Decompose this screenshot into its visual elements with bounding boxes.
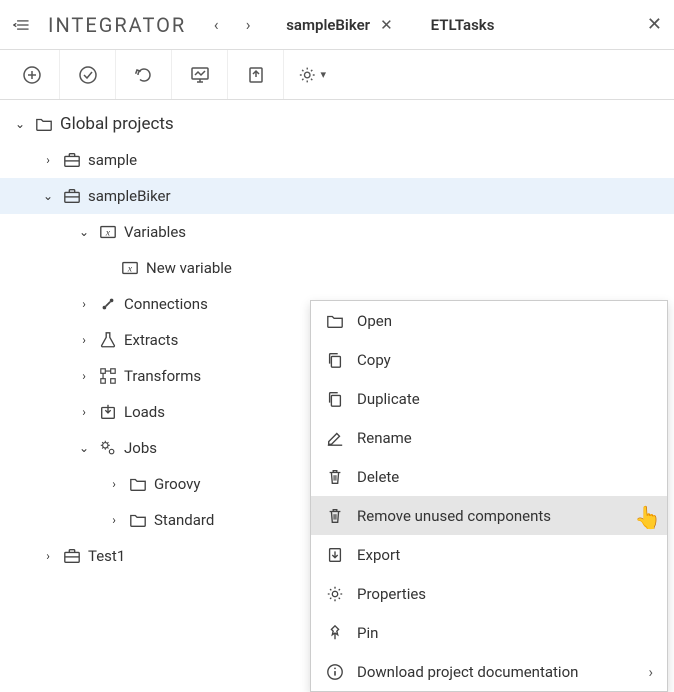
tab-label: sampleBiker bbox=[286, 16, 370, 34]
menu-label: Copy bbox=[357, 351, 391, 369]
menu-label: Export bbox=[357, 546, 400, 564]
new-button[interactable] bbox=[4, 50, 60, 99]
tree-label: New variable bbox=[146, 259, 232, 277]
trash-icon bbox=[325, 468, 345, 486]
expand-icon[interactable]: › bbox=[76, 369, 92, 383]
validate-button[interactable] bbox=[60, 50, 116, 99]
menu-label: Open bbox=[357, 312, 392, 330]
expand-icon[interactable]: › bbox=[76, 297, 92, 311]
variable-icon bbox=[98, 223, 118, 241]
briefcase-icon bbox=[62, 151, 82, 169]
refresh-button[interactable] bbox=[116, 50, 172, 99]
submenu-arrow-icon: › bbox=[648, 663, 653, 681]
variable-icon bbox=[120, 259, 140, 277]
briefcase-icon bbox=[62, 187, 82, 205]
close-tab-icon[interactable]: ✕ bbox=[380, 16, 393, 34]
tree-label: Connections bbox=[124, 295, 208, 313]
pin-icon bbox=[325, 624, 345, 642]
menu-label: Remove unused components bbox=[357, 507, 551, 525]
context-menu: Open Copy Duplicate Rename Delete Remove… bbox=[310, 300, 668, 692]
copy-icon bbox=[325, 351, 345, 369]
menu-label: Delete bbox=[357, 468, 399, 486]
menu-copy[interactable]: Copy bbox=[311, 340, 667, 379]
tree-label: Transforms bbox=[124, 367, 201, 385]
tree-label: sampleBiker bbox=[88, 187, 171, 205]
tree-item-new-variable[interactable]: New variable bbox=[0, 250, 674, 286]
menu-label: Download project documentation bbox=[357, 663, 578, 681]
menu-label: Duplicate bbox=[357, 390, 420, 408]
collapse-icon[interactable]: ⌄ bbox=[40, 189, 56, 203]
expand-icon[interactable]: › bbox=[40, 153, 56, 167]
menu-toggle-icon[interactable] bbox=[12, 16, 32, 34]
monitor-button[interactable] bbox=[172, 50, 228, 99]
folder-icon bbox=[128, 475, 148, 493]
transform-icon bbox=[98, 367, 118, 385]
tree-label: Loads bbox=[124, 403, 165, 421]
info-icon bbox=[325, 663, 345, 681]
tree-label: sample bbox=[88, 151, 137, 169]
tree-item-sample[interactable]: › sample bbox=[0, 142, 674, 178]
expand-icon[interactable]: › bbox=[106, 477, 122, 491]
tab-label: ETLTasks bbox=[431, 16, 495, 34]
menu-duplicate[interactable]: Duplicate bbox=[311, 379, 667, 418]
briefcase-icon bbox=[62, 547, 82, 565]
app-title: INTEGRATOR bbox=[48, 13, 186, 37]
toolbar: ▾ bbox=[0, 50, 674, 100]
extract-icon bbox=[98, 331, 118, 349]
nav-forward-button[interactable]: › bbox=[236, 15, 260, 34]
duplicate-icon bbox=[325, 390, 345, 408]
tab-bar: sampleBiker ✕ ETLTasks bbox=[278, 10, 502, 40]
tree-root-label: Global projects bbox=[60, 114, 174, 134]
trash-icon bbox=[325, 507, 345, 525]
expand-icon[interactable]: › bbox=[106, 513, 122, 527]
export-icon bbox=[325, 546, 345, 564]
tree-label: Standard bbox=[154, 511, 214, 529]
menu-pin[interactable]: Pin bbox=[311, 613, 667, 652]
load-icon bbox=[98, 403, 118, 421]
menu-label: Properties bbox=[357, 585, 426, 603]
tree-label: Test1 bbox=[88, 547, 125, 565]
menu-open[interactable]: Open bbox=[311, 301, 667, 340]
tree-label: Extracts bbox=[124, 331, 178, 349]
expand-icon[interactable]: › bbox=[76, 405, 92, 419]
chevron-down-icon: ▾ bbox=[320, 68, 326, 81]
tree-root[interactable]: ⌄ Global projects bbox=[0, 106, 674, 142]
folder-icon bbox=[325, 312, 345, 330]
settings-dropdown[interactable]: ▾ bbox=[284, 50, 340, 99]
tree-label: Groovy bbox=[154, 475, 201, 493]
gear-icon bbox=[325, 585, 345, 603]
rename-icon bbox=[325, 429, 345, 447]
folder-icon bbox=[34, 115, 54, 133]
nav-back-button[interactable]: ‹ bbox=[204, 15, 228, 34]
import-button[interactable] bbox=[228, 50, 284, 99]
menu-download-docs[interactable]: Download project documentation › bbox=[311, 652, 667, 691]
close-panel-icon[interactable]: ✕ bbox=[647, 14, 662, 35]
tree-label: Variables bbox=[124, 223, 186, 241]
menu-remove-unused[interactable]: Remove unused components bbox=[311, 496, 667, 535]
menu-delete[interactable]: Delete bbox=[311, 457, 667, 496]
menu-export[interactable]: Export bbox=[311, 535, 667, 574]
tab-etltasks[interactable]: ETLTasks bbox=[423, 10, 503, 40]
header-bar: INTEGRATOR ‹ › sampleBiker ✕ ETLTasks ✕ bbox=[0, 0, 674, 50]
project-tree: ⌄ Global projects › sample ⌄ sampleBiker… bbox=[0, 100, 674, 574]
tree-item-variables[interactable]: ⌄ Variables bbox=[0, 214, 674, 250]
folder-icon bbox=[128, 511, 148, 529]
expand-icon[interactable]: › bbox=[40, 549, 56, 563]
tab-samplebiker[interactable]: sampleBiker ✕ bbox=[278, 10, 400, 40]
collapse-icon[interactable]: ⌄ bbox=[76, 441, 92, 455]
menu-label: Rename bbox=[357, 429, 412, 447]
menu-rename[interactable]: Rename bbox=[311, 418, 667, 457]
collapse-icon[interactable]: ⌄ bbox=[76, 225, 92, 239]
menu-label: Pin bbox=[357, 624, 378, 642]
tree-item-samplebiker[interactable]: ⌄ sampleBiker bbox=[0, 178, 674, 214]
expand-icon[interactable]: › bbox=[76, 333, 92, 347]
tree-label: Jobs bbox=[124, 439, 157, 457]
connection-icon bbox=[98, 295, 118, 313]
collapse-icon[interactable]: ⌄ bbox=[12, 117, 28, 131]
menu-properties[interactable]: Properties bbox=[311, 574, 667, 613]
jobs-icon bbox=[98, 439, 118, 457]
